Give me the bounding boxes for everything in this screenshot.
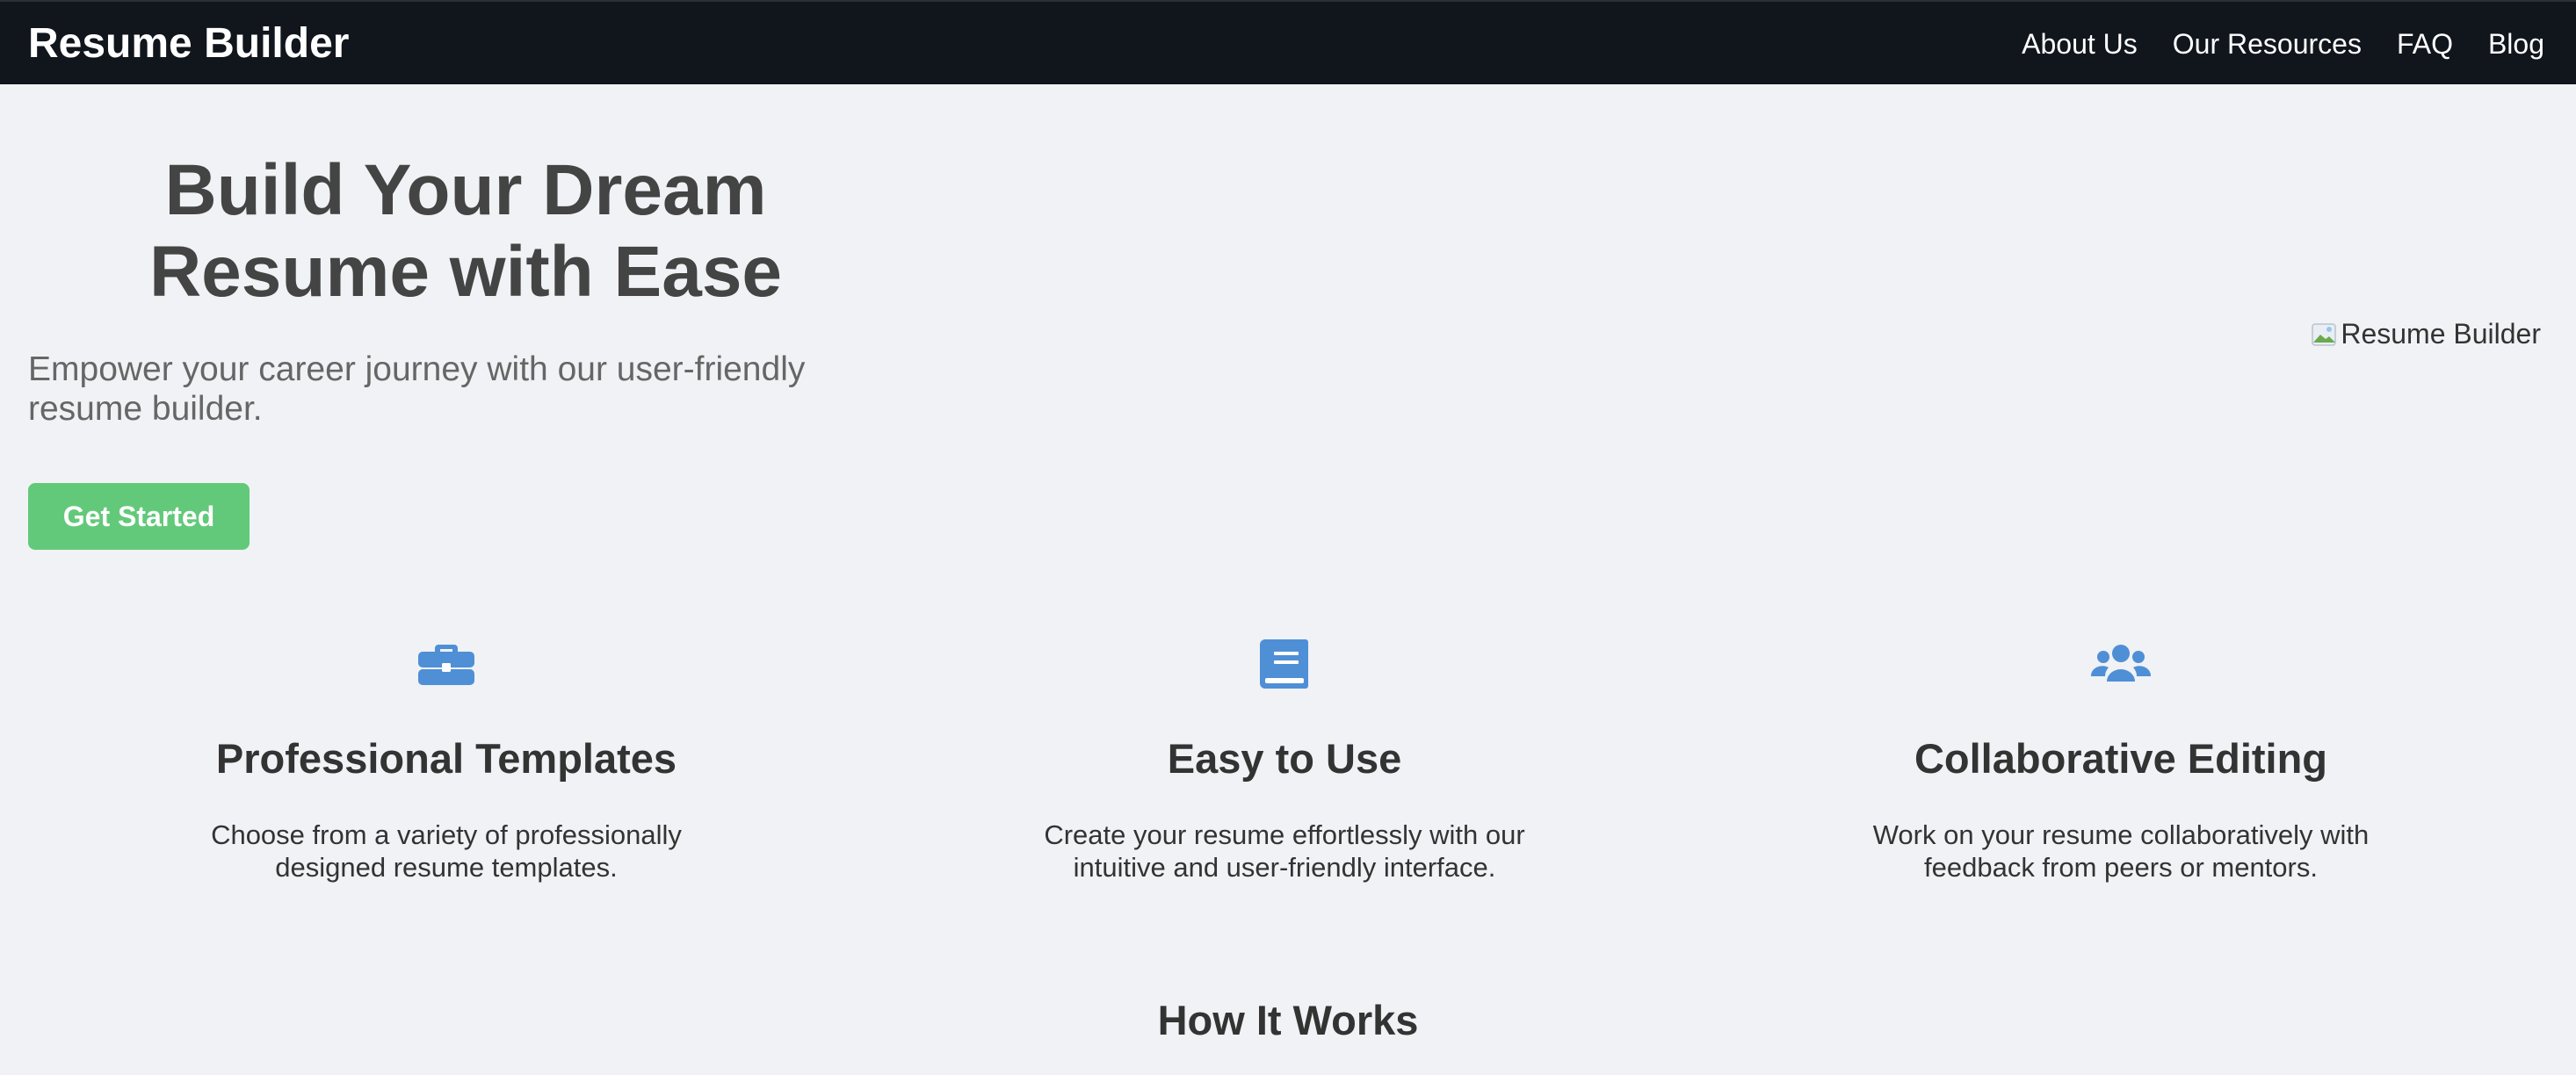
hero-title: Build Your Dream Resume with Ease <box>28 149 903 313</box>
hero-image-broken: Resume Builder <box>2311 318 2541 350</box>
hero-title-line-1: Build Your Dream <box>164 150 767 230</box>
broken-image-icon <box>2312 322 2337 346</box>
feature-description-line-1: Choose from a variety of professionally <box>211 819 682 850</box>
feature-description: Create your resume effortlessly with our… <box>951 819 1618 884</box>
hero-subtitle-line-1: Empower your career journey with our use… <box>28 350 806 388</box>
feature-easy-to-use: Easy to Use Create your resume effortles… <box>951 632 1618 883</box>
hero-image-alt-text: Resume Builder <box>2341 318 2541 350</box>
feature-description-line-1: Work on your resume collaboratively with <box>1872 819 2370 850</box>
nav-link-faq[interactable]: FAQ <box>2397 26 2453 61</box>
brand-logo-text[interactable]: Resume Builder <box>28 19 349 69</box>
how-it-works-heading: How It Works <box>1157 997 1419 1043</box>
feature-collaborative-editing: Collaborative Editing Work on your resum… <box>1787 632 2455 883</box>
nav-link-blog[interactable]: Blog <box>2488 26 2544 61</box>
nav-link-our-resources[interactable]: Our Resources <box>2173 26 2362 61</box>
hero-title-line-2: Resume with Ease <box>148 232 783 312</box>
feature-title: Professional Templates <box>215 735 677 782</box>
briefcase-icon <box>418 645 474 685</box>
nav-link-about-us[interactable]: About Us <box>2022 26 2138 61</box>
feature-title: Easy to Use <box>1167 735 1402 782</box>
get-started-button[interactable]: Get Started <box>28 483 250 550</box>
feature-description: Work on your resume collaboratively with… <box>1787 819 2455 884</box>
users-icon <box>2090 645 2152 682</box>
feature-title: Collaborative Editing <box>1914 735 2328 782</box>
top-navbar: Resume Builder About Us Our Resources FA… <box>0 0 2576 84</box>
feature-description: Choose from a variety of professionally … <box>112 819 780 884</box>
main-nav: About Us Our Resources FAQ Blog <box>2022 26 2544 61</box>
book-icon <box>1260 639 1308 689</box>
feature-description-line-2: intuitive and user-friendly interface. <box>1073 852 1496 883</box>
feature-description-line-2: designed resume templates. <box>275 852 618 883</box>
feature-description-line-2: feedback from peers or mentors. <box>1924 852 2318 883</box>
feature-professional-templates: Professional Templates Choose from a var… <box>112 632 780 883</box>
hero-subtitle-line-2: resume builder. <box>28 390 263 428</box>
hero-subtitle: Empower your career journey with our use… <box>28 350 854 429</box>
feature-description-line-1: Create your resume effortlessly with our <box>1044 819 1525 850</box>
